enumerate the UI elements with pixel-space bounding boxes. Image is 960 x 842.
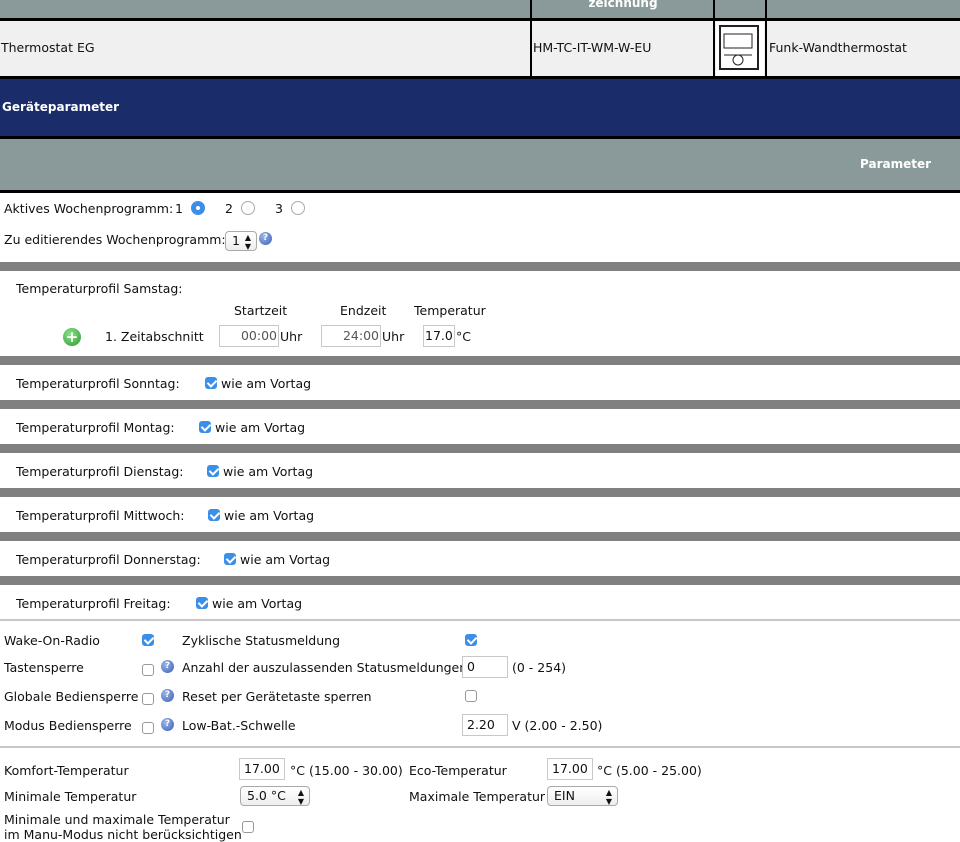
anzahl-label: Anzahl der auszulassenden Statusmeldunge…	[182, 660, 468, 675]
edit-week-program-select[interactable]: 1 ▲ ▼	[225, 231, 257, 251]
same-label: wie am Vortag	[212, 596, 303, 611]
parameter-header-label: Parameter	[860, 157, 932, 171]
end-unit: Uhr	[382, 329, 405, 344]
end-time-input[interactable]: 24:00	[321, 325, 381, 347]
eco-label: Eco-Temperatur	[409, 763, 507, 778]
day-label-freitag: Temperaturprofil Freitag:	[16, 596, 171, 611]
device-name: Thermostat EG	[1, 40, 95, 55]
select-value: 1	[232, 233, 240, 248]
same-as-previous-checkbox[interactable]	[208, 509, 220, 521]
wake-on-radio-label: Wake-On-Radio	[4, 633, 100, 648]
radio-label-1: 1	[175, 201, 183, 216]
tastensperre-label: Tastensperre	[4, 660, 84, 675]
device-image	[716, 22, 764, 76]
same-as-previous-checkbox[interactable]	[224, 553, 236, 565]
day-label-mittwoch: Temperaturprofil Mittwoch:	[16, 508, 185, 523]
start-time-input[interactable]: 00:00	[219, 325, 279, 347]
reset-checkbox[interactable]	[465, 690, 477, 702]
zyklisch-checkbox[interactable]	[465, 634, 477, 646]
col-temp-label: Temperatur	[414, 303, 486, 318]
section-title: Geräteparameter	[2, 100, 120, 114]
eco-range: °C (5.00 - 25.00)	[597, 763, 702, 778]
lowbat-range: V (2.00 - 2.50)	[512, 718, 603, 733]
lowbat-label: Low-Bat.-Schwelle	[182, 718, 296, 733]
tastensperre-checkbox[interactable]	[142, 664, 154, 676]
parameter-header	[0, 139, 960, 191]
start-unit: Uhr	[280, 329, 303, 344]
radio-program-1[interactable]	[191, 201, 205, 215]
edit-week-program-label: Zu editierendes Wochenprogramm:	[4, 232, 226, 247]
radio-program-3[interactable]	[291, 201, 305, 215]
min-temp-select[interactable]: 5.0 °C ▲ ▼	[240, 786, 310, 806]
chevron-updown-icon: ▲ ▼	[244, 233, 251, 251]
modus-checkbox[interactable]	[142, 722, 154, 734]
table-header	[0, 0, 960, 20]
device-description: Funk-Wandthermostat	[769, 40, 907, 55]
column-header-bezeichnung: zeichnung	[588, 0, 658, 10]
same-as-previous-checkbox[interactable]	[205, 377, 217, 389]
modus-label: Modus Bediensperre	[4, 718, 132, 733]
section-header	[0, 79, 960, 137]
period-label: 1. Zeitabschnitt	[105, 329, 204, 344]
eco-input[interactable]: 17.00	[547, 758, 593, 780]
minmax-checkbox[interactable]	[242, 821, 254, 833]
same-label: wie am Vortag	[224, 508, 315, 523]
radio-program-2[interactable]	[241, 201, 255, 215]
col-end-label: Endzeit	[340, 303, 387, 318]
col-start-label: Startzeit	[234, 303, 288, 318]
temperature-input[interactable]: 17.0	[423, 325, 455, 347]
same-as-previous-checkbox[interactable]	[207, 465, 219, 477]
same-as-previous-checkbox[interactable]	[196, 597, 208, 609]
same-label: wie am Vortag	[215, 420, 306, 435]
anzahl-range: (0 - 254)	[512, 660, 567, 675]
help-icon[interactable]: ?	[259, 232, 272, 245]
active-week-program-label: Aktives Wochenprogramm:	[4, 201, 174, 216]
day-label-montag: Temperaturprofil Montag:	[16, 420, 175, 435]
device-type: HM-TC-IT-WM-W-EU	[533, 40, 652, 55]
same-as-previous-checkbox[interactable]	[199, 421, 211, 433]
min-temp-label: Minimale Temperatur	[4, 789, 137, 804]
same-label: wie am Vortag	[223, 464, 314, 479]
help-icon[interactable]: ?	[161, 660, 174, 673]
globale-label: Globale Bediensperre	[4, 689, 139, 704]
day-label-dienstag: Temperaturprofil Dienstag:	[16, 464, 184, 479]
komfort-label: Komfort-Temperatur	[4, 763, 129, 778]
max-temp-label: Maximale Temperatur	[409, 789, 546, 804]
add-period-icon[interactable]: +	[63, 328, 81, 346]
same-label: wie am Vortag	[240, 552, 331, 567]
help-icon[interactable]: ?	[161, 718, 174, 731]
komfort-range: °C (15.00 - 30.00)	[290, 763, 403, 778]
saturday-label: Temperaturprofil Samstag:	[16, 281, 183, 296]
lowbat-input[interactable]: 2.20	[462, 714, 508, 736]
minmax-label-line1: Minimale und maximale Temperatur	[4, 812, 230, 827]
select-value: 5.0 °C	[247, 788, 286, 803]
day-label-donnerstag: Temperaturprofil Donnerstag:	[16, 552, 201, 567]
minmax-label-line2: im Manu-Modus nicht berücksichtigen	[4, 827, 242, 842]
zyklisch-label: Zyklische Statusmeldung	[182, 633, 341, 648]
reset-label: Reset per Gerätetaste sperren	[182, 689, 372, 704]
help-icon[interactable]: ?	[161, 689, 174, 702]
anzahl-input[interactable]: 0	[462, 656, 508, 678]
radio-label-3: 3	[275, 201, 283, 216]
globale-checkbox[interactable]	[142, 693, 154, 705]
max-temp-select[interactable]: EIN ▲ ▼	[547, 786, 618, 806]
komfort-input[interactable]: 17.00	[239, 758, 285, 780]
same-label: wie am Vortag	[221, 376, 312, 391]
wake-on-radio-checkbox[interactable]	[142, 634, 154, 646]
chevron-updown-icon: ▲ ▼	[297, 788, 304, 806]
radio-label-2: 2	[225, 201, 233, 216]
select-value: EIN	[554, 788, 575, 803]
chevron-updown-icon: ▲ ▼	[605, 788, 612, 806]
temp-unit: °C	[456, 329, 471, 344]
thermostat-device-icon	[719, 25, 759, 70]
day-label-sonntag: Temperaturprofil Sonntag:	[16, 376, 180, 391]
